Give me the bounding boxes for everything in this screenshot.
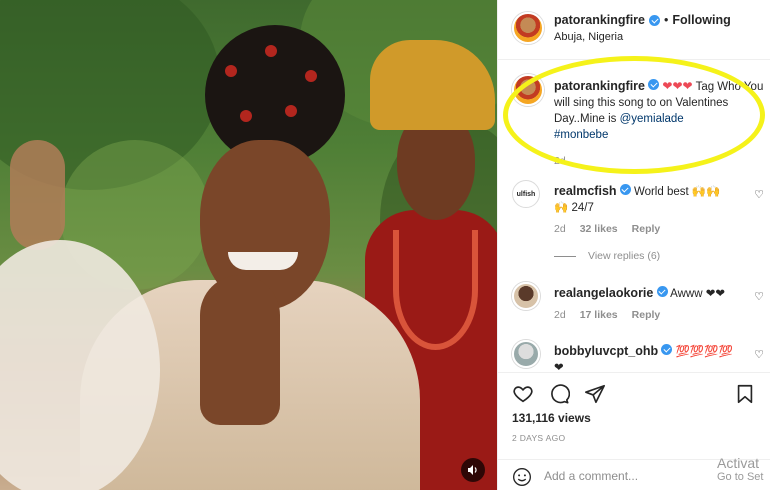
avatar[interactable] xyxy=(512,12,544,44)
reply-button[interactable]: Reply xyxy=(632,223,661,235)
following-button[interactable]: Following xyxy=(672,13,730,27)
comment-input[interactable]: Add a comment... xyxy=(544,469,638,483)
share-icon[interactable] xyxy=(584,383,606,405)
audio-toggle-button[interactable] xyxy=(461,458,485,482)
avatar[interactable] xyxy=(512,340,540,368)
emoji-icon[interactable] xyxy=(512,467,532,487)
comment-age: 2d xyxy=(554,223,566,235)
caption-age: 2d xyxy=(554,155,566,167)
comment-text: Awww ❤❤ xyxy=(670,288,725,300)
post-header: patorankingfire • Following Abuja, Niger… xyxy=(498,0,770,60)
reply-button[interactable]: Reply xyxy=(632,309,661,321)
comment-likes[interactable]: 32 likes xyxy=(580,223,618,235)
windows-activation-watermark: Activat Go to Set xyxy=(717,455,764,483)
verified-badge-icon xyxy=(661,344,673,355)
verified-badge-icon xyxy=(656,286,668,297)
location-link[interactable]: Abuja, Nigeria xyxy=(554,31,623,43)
verified-badge-icon xyxy=(649,14,660,26)
comment-age: 2d xyxy=(554,309,566,321)
view-replies-button[interactable]: View replies (6) xyxy=(554,250,660,262)
heart-icon[interactable] xyxy=(512,383,534,405)
like-comment-heart-icon[interactable]: ♡ xyxy=(754,188,764,201)
verified-badge-icon xyxy=(648,79,660,90)
comment-username[interactable]: realangelaokorie xyxy=(554,286,653,300)
avatar[interactable]: ulfish xyxy=(512,180,540,208)
heart-emoji-icon: ❤❤❤ xyxy=(662,79,693,93)
comment-username[interactable]: bobbyluvcpt_ohb xyxy=(554,344,658,358)
post-side-panel: patorankingfire • Following Abuja, Niger… xyxy=(497,0,770,490)
post-media[interactable] xyxy=(0,0,497,490)
comment-icon[interactable] xyxy=(548,383,570,405)
like-comment-heart-icon[interactable]: ♡ xyxy=(754,348,764,361)
comment-likes[interactable]: 17 likes xyxy=(580,309,618,321)
speaker-icon xyxy=(468,465,477,475)
avatar[interactable] xyxy=(512,74,544,106)
author-username[interactable]: patorankingfire xyxy=(554,13,645,27)
like-comment-heart-icon[interactable]: ♡ xyxy=(754,290,764,303)
comment-username[interactable]: realmcfish xyxy=(554,184,617,198)
raised-hand xyxy=(10,140,65,250)
hashtag-link[interactable]: #monbebe xyxy=(554,129,608,141)
caption-username[interactable]: patorankingfire xyxy=(554,79,645,93)
view-count[interactable]: 131,116 views xyxy=(512,411,591,425)
post-date: 2 DAYS AGO xyxy=(512,433,566,443)
verified-badge-icon xyxy=(619,184,631,195)
mention-link[interactable]: @yemialade xyxy=(620,113,684,125)
separator-dot: • xyxy=(664,13,669,27)
bookmark-icon[interactable] xyxy=(734,383,756,405)
avatar[interactable] xyxy=(512,282,540,310)
